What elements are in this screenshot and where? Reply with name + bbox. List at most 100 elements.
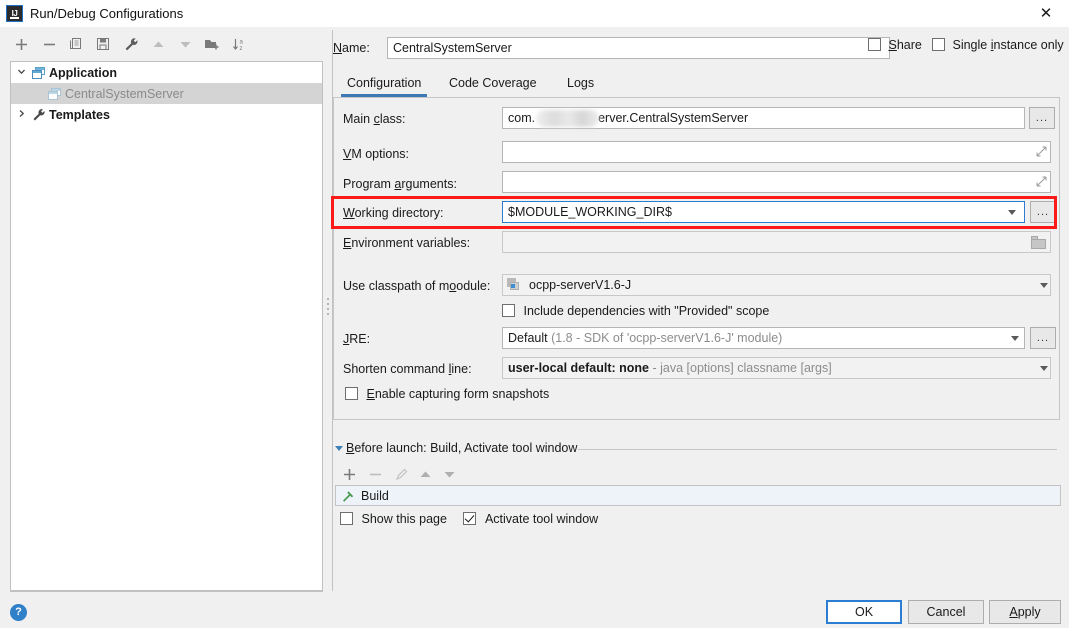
- left-panel-divider: [10, 591, 323, 592]
- move-up-button[interactable]: [145, 30, 171, 58]
- configurations-tree[interactable]: Application CentralSystemServer Template…: [10, 61, 323, 591]
- task-label: Build: [361, 488, 389, 503]
- environment-variables-input[interactable]: [502, 231, 1051, 253]
- svg-text:z: z: [239, 46, 242, 52]
- run-debug-configurations-dialog: IJ Run/Debug Configurations ✕ a z Applic…: [0, 0, 1069, 628]
- wrench-icon: [31, 107, 49, 123]
- activate-tool-window-checkbox[interactable]: Activate tool window: [463, 512, 598, 526]
- show-this-page-checkbox-box[interactable]: [340, 512, 353, 525]
- folder-icon[interactable]: [1031, 236, 1047, 249]
- program-arguments-input[interactable]: [502, 171, 1051, 193]
- list-item[interactable]: Build: [341, 486, 389, 505]
- name-input[interactable]: [387, 37, 890, 59]
- main-class-value-suffix: erver.CentralSystemServer: [598, 111, 749, 125]
- sort-configurations-button[interactable]: az: [226, 30, 252, 58]
- show-this-page-label: Show this page: [361, 512, 447, 526]
- jre-combo[interactable]: Default (1.8 - SDK of 'ocpp-serverV1.6-J…: [502, 327, 1025, 349]
- show-this-page-checkbox[interactable]: Show this page: [340, 512, 447, 526]
- use-classpath-label: Use classpath of moodule:: [343, 279, 491, 293]
- vm-options-input[interactable]: [502, 141, 1051, 163]
- move-down-button[interactable]: [172, 30, 198, 58]
- move-into-folder-button[interactable]: [199, 30, 225, 58]
- share-checkbox[interactable]: Share: [868, 38, 922, 52]
- edit-task-pencil-icon[interactable]: [389, 462, 414, 486]
- move-task-down-button[interactable]: [437, 462, 462, 486]
- activate-tool-window-checkbox-box[interactable]: [463, 512, 477, 525]
- remove-task-button[interactable]: [363, 462, 388, 486]
- add-task-button[interactable]: [337, 462, 362, 486]
- chevron-down-icon[interactable]: [1011, 336, 1019, 341]
- module-icon: [507, 278, 521, 291]
- jre-browse-button[interactable]: ...: [1030, 327, 1056, 349]
- shorten-command-line-value: user-local default: none: [508, 361, 649, 375]
- close-icon[interactable]: ✕: [1023, 0, 1069, 27]
- name-label: Name:: [333, 41, 370, 55]
- main-class-browse-button[interactable]: ...: [1029, 107, 1055, 129]
- vm-options-label: VM options:: [343, 147, 410, 161]
- use-classpath-combo[interactable]: ocpp-serverV1.6-J: [502, 274, 1051, 296]
- splitter-grip[interactable]: [327, 295, 331, 323]
- tree-node-label: Templates: [49, 107, 110, 122]
- before-launch-task-list[interactable]: Build: [335, 485, 1061, 506]
- config-tabs: Configuration Code Coverage Logs: [333, 71, 1060, 97]
- save-configuration-button[interactable]: [90, 30, 116, 58]
- activate-tool-window-label: Activate tool window: [484, 512, 599, 526]
- enable-snapshots-label: Enable capturing form snapshots: [366, 387, 550, 401]
- share-label: Share: [888, 38, 922, 52]
- chevron-down-icon[interactable]: [1040, 283, 1048, 288]
- svg-text:a: a: [239, 39, 243, 45]
- include-provided-checkbox[interactable]: Include dependencies with "Provided" sco…: [502, 304, 769, 318]
- apply-button[interactable]: Apply: [989, 600, 1061, 624]
- configurations-toolbar: az: [0, 30, 324, 60]
- expand-chevron-icon[interactable]: [11, 67, 31, 79]
- redacted-package-name: [536, 110, 599, 127]
- jre-hint: (1.8 - SDK of 'ocpp-serverV1.6-J' module…: [551, 331, 783, 345]
- chevron-down-icon[interactable]: [1040, 366, 1048, 371]
- add-configuration-button[interactable]: [8, 30, 34, 58]
- environment-variables-label: Environment variables:: [343, 236, 471, 250]
- tab-code-coverage[interactable]: Code Coverage: [443, 71, 543, 97]
- tree-node-application[interactable]: Application: [11, 62, 322, 83]
- before-launch-header[interactable]: Before launch: Build, Activate tool wind…: [335, 441, 1057, 457]
- working-directory-input[interactable]: $MODULE_WORKING_DIR$: [502, 201, 1025, 223]
- collapse-chevron-icon[interactable]: [11, 109, 31, 121]
- title-bar: IJ Run/Debug Configurations ✕: [0, 0, 1069, 27]
- single-instance-checkbox[interactable]: Single instance only: [932, 38, 1064, 52]
- tree-node-centralsystemserver[interactable]: CentralSystemServer: [11, 83, 322, 104]
- edit-templates-wrench-icon[interactable]: [118, 30, 144, 58]
- include-provided-checkbox-box[interactable]: [502, 304, 515, 317]
- program-arguments-label: Program arguments:: [343, 177, 457, 191]
- shorten-command-line-combo[interactable]: user-local default: none - java [options…: [502, 357, 1051, 379]
- expand-diagonal-icon[interactable]: [1036, 146, 1047, 160]
- working-directory-label: Working directory:: [343, 206, 444, 220]
- single-instance-checkbox-box[interactable]: [932, 38, 945, 51]
- cancel-button[interactable]: Cancel: [908, 600, 984, 624]
- triangle-down-icon[interactable]: [335, 446, 343, 451]
- tab-logs[interactable]: Logs: [561, 71, 600, 97]
- working-directory-browse-button[interactable]: ...: [1030, 201, 1056, 223]
- application-icon: [31, 65, 49, 81]
- copy-configuration-button[interactable]: [63, 30, 89, 58]
- shorten-command-line-hint: - java [options] classname [args]: [652, 361, 832, 375]
- jre-value: Default: [508, 331, 548, 345]
- application-icon: [47, 86, 65, 102]
- enable-snapshots-checkbox-box[interactable]: [345, 387, 358, 400]
- single-instance-label: Single instance only: [952, 38, 1064, 52]
- ok-button[interactable]: OK: [826, 600, 902, 624]
- before-launch-options: Show this page Activate tool window: [340, 512, 598, 530]
- tree-node-label: Application: [49, 65, 118, 80]
- before-launch-rule: [578, 449, 1057, 450]
- tree-node-templates[interactable]: Templates: [11, 104, 322, 125]
- main-class-label: Main class:: [343, 112, 406, 126]
- help-icon[interactable]: ?: [10, 604, 27, 621]
- tree-node-label: CentralSystemServer: [65, 86, 184, 101]
- window-title: Run/Debug Configurations: [30, 6, 184, 21]
- remove-configuration-button[interactable]: [36, 30, 62, 58]
- move-task-up-button[interactable]: [413, 462, 438, 486]
- share-checkbox-box[interactable]: [868, 38, 881, 51]
- tab-configuration[interactable]: Configuration: [341, 71, 428, 97]
- build-hammer-icon: [341, 489, 357, 503]
- chevron-down-icon[interactable]: [1008, 210, 1016, 215]
- enable-snapshots-checkbox[interactable]: Enable capturing form snapshots: [345, 387, 549, 401]
- expand-diagonal-icon[interactable]: [1036, 176, 1047, 190]
